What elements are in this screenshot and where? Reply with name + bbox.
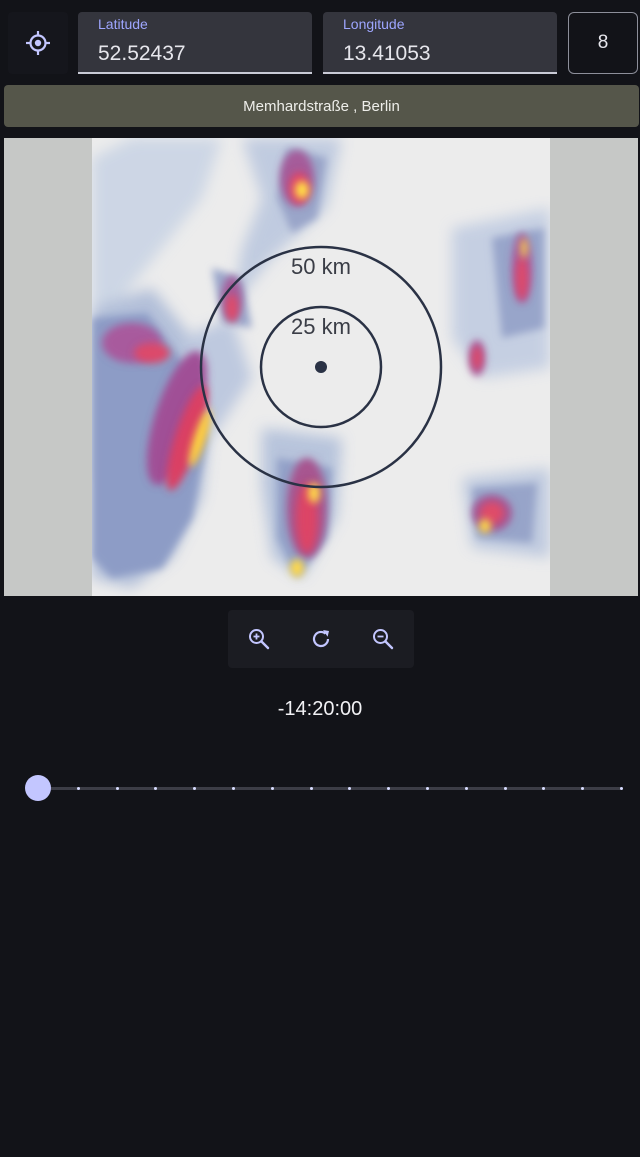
address-bar: Memhardstraße , Berlin [4, 85, 639, 127]
slider-tick [115, 787, 119, 790]
locate-button[interactable] [8, 12, 68, 74]
ring-inner-label: 25 km [291, 314, 351, 339]
slider-tick [309, 787, 313, 790]
zoom-level-value: 8 [597, 32, 609, 53]
slider-track[interactable] [38, 787, 622, 790]
slider-tick [426, 787, 429, 790]
zoom-in-button[interactable] [237, 617, 281, 661]
slider-tick [503, 787, 507, 790]
slider-tick [232, 787, 235, 790]
latitude-field[interactable]: Latitude 52.52437 [78, 12, 312, 74]
slider-tick [464, 787, 468, 790]
location-marker [315, 361, 327, 373]
radar-map-canvas[interactable]: 50 km 25 km [92, 138, 550, 596]
gps-target-icon [26, 31, 50, 55]
slider-tick [270, 787, 274, 790]
refresh-button[interactable] [299, 617, 343, 661]
refresh-icon [312, 630, 330, 648]
slider-thumb[interactable] [25, 775, 51, 801]
longitude-field[interactable]: Longitude 13.41053 [323, 12, 557, 74]
precipitation-radar-image: 50 km 25 km [92, 138, 550, 588]
timeline-slider[interactable] [24, 770, 623, 806]
map-controls [228, 610, 414, 668]
slider-tick [620, 787, 623, 790]
address-text: Memhardstraße , Berlin [243, 97, 400, 115]
ring-outer-label: 50 km [291, 254, 351, 279]
longitude-value[interactable]: 13.41053 [343, 42, 431, 66]
longitude-label: Longitude [343, 16, 405, 32]
timeline-time-label: -14:20:00 [277, 698, 363, 720]
zoom-level-field[interactable]: 8 [568, 12, 638, 74]
slider-tick [76, 787, 80, 790]
radar-map[interactable]: 50 km 25 km [4, 138, 638, 596]
latitude-value[interactable]: 52.52437 [98, 42, 186, 66]
latitude-label: Latitude [98, 16, 148, 32]
zoom-out-icon [373, 629, 394, 650]
zoom-in-icon [249, 629, 270, 650]
zoom-out-button[interactable] [361, 617, 405, 661]
